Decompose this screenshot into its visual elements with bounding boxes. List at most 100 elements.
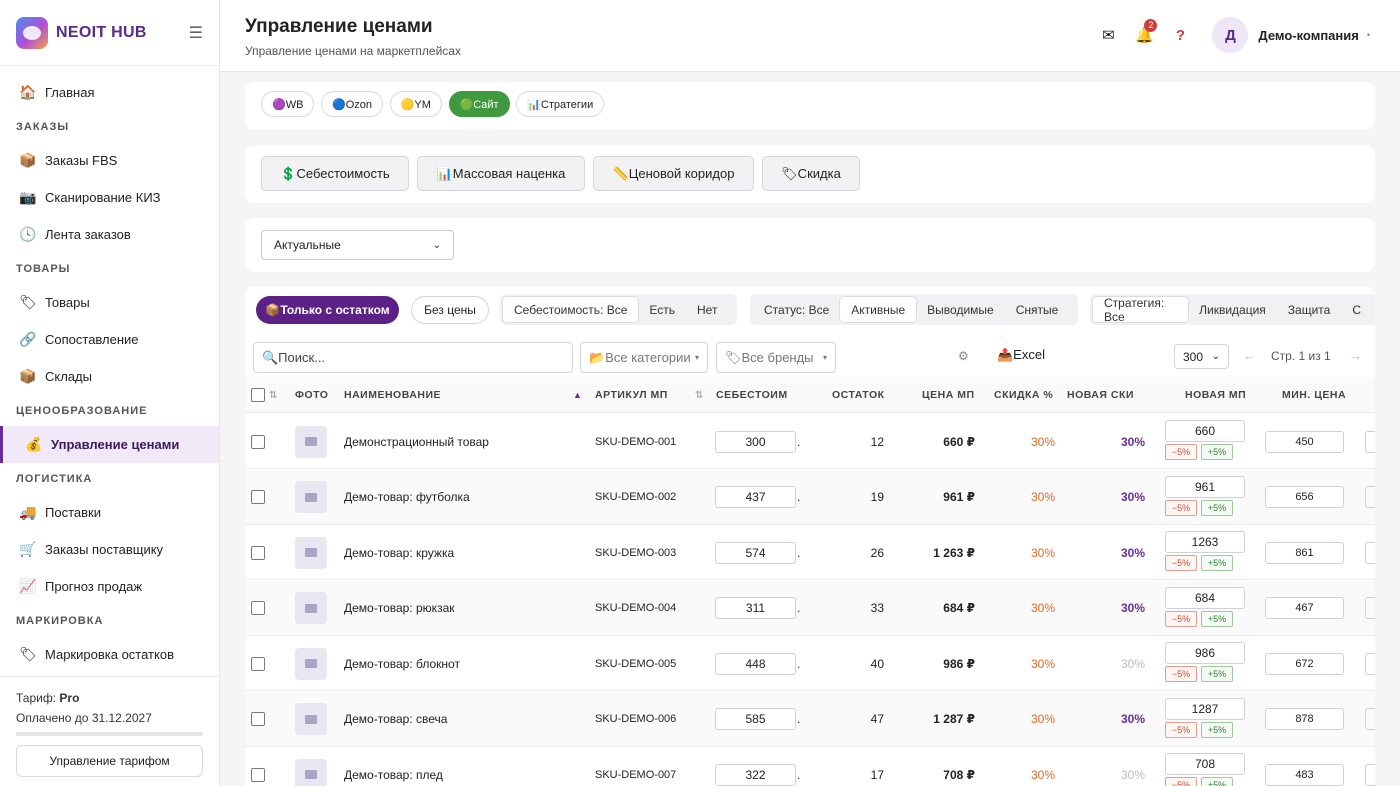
row-checkbox[interactable]: [251, 656, 265, 671]
minus-5-button[interactable]: −5%: [1165, 555, 1197, 571]
status-active[interactable]: Активные: [840, 297, 917, 322]
product-name[interactable]: Демо-товар: футболка: [344, 470, 470, 525]
col-price[interactable]: ЦЕНА МП: [922, 377, 975, 413]
table-row[interactable]: Демо-товар: футболка SKU-DEMO-002 437. 1…: [245, 469, 1375, 525]
select-all-checkbox[interactable]: [251, 388, 265, 402]
tab-site[interactable]: 🟢Сайт: [448, 91, 510, 117]
min-price-input[interactable]: 672: [1265, 652, 1344, 675]
nav-item-supplies[interactable]: 🚚 Поставки: [0, 494, 219, 531]
col-photo[interactable]: ФОТО: [295, 377, 328, 413]
next-page-icon[interactable]: →: [1349, 348, 1362, 363]
product-name[interactable]: Демо-товар: блокнот: [344, 636, 460, 691]
cost-input[interactable]: 300: [715, 430, 796, 453]
minus-5-button[interactable]: −5%: [1165, 666, 1197, 682]
cost-filter-all[interactable]: Себестоимость: Все: [503, 297, 639, 322]
settings-icon[interactable]: ⚙: [958, 349, 969, 363]
row-select[interactable]: [251, 581, 265, 636]
status-all[interactable]: Статус: Все: [753, 297, 840, 322]
row-select[interactable]: [251, 470, 265, 525]
nav-item-marking[interactable]: 🏷 Маркировка остатков: [0, 636, 219, 673]
tab-strategies[interactable]: 📊Стратегии: [516, 91, 605, 117]
manage-tariff-button[interactable]: Управление тарифом: [16, 745, 203, 777]
row-select[interactable]: [251, 747, 265, 786]
row-checkbox[interactable]: [251, 712, 265, 726]
tab-wb[interactable]: 🟣WB: [261, 91, 315, 117]
table-row[interactable]: Демо-товар: блокнот SKU-DEMO-005 448. 40…: [245, 636, 1375, 691]
table-row[interactable]: Демо-товар: кружка SKU-DEMO-003 574. 26 …: [245, 525, 1375, 580]
new-price-input[interactable]: 708: [1165, 753, 1245, 775]
cost-button[interactable]: 💲Себестоимость: [261, 156, 409, 191]
min-price-input[interactable]: 656: [1265, 486, 1344, 508]
only-stock-toggle[interactable]: 📦Только с остатком: [256, 296, 399, 324]
minus-5-button[interactable]: −5%: [1165, 721, 1197, 738]
nav-item-main[interactable]: 🏠 Главная: [0, 74, 219, 111]
col-name[interactable]: НАИМЕНОВАНИЕ: [344, 377, 441, 413]
sort-icon[interactable]: ⇅: [269, 390, 278, 401]
cost-filter-yes[interactable]: Есть: [638, 297, 686, 322]
plus-5-button[interactable]: +5%: [1201, 777, 1233, 786]
table-row[interactable]: Демо-товар: свеча SKU-DEMO-006 585. 47 1…: [245, 691, 1375, 747]
chevron-down-icon[interactable]: •: [1367, 30, 1370, 40]
table-row[interactable]: Демонстрационный товар SKU-DEMO-001 300.…: [245, 414, 1375, 469]
new-price-input[interactable]: 1287: [1165, 697, 1245, 720]
nav-item-goods[interactable]: 🏷 Товары: [0, 284, 219, 321]
status-withdrawn[interactable]: Выводимые: [916, 297, 1005, 322]
excel-export-button[interactable]: 📤Excel: [997, 347, 1045, 363]
logo-icon[interactable]: [16, 16, 48, 49]
row-checkbox[interactable]: [251, 601, 265, 615]
bell-icon[interactable]: 🔔 2: [1132, 19, 1158, 44]
cost-input[interactable]: 322: [715, 763, 796, 786]
nav-item-feed[interactable]: 🕓 Лента заказов: [0, 216, 219, 253]
table-row[interactable]: Демо-товар: рюкзак SKU-DEMO-004 311. 33 …: [245, 580, 1375, 636]
col-cost[interactable]: СЕБЕСТОИМ: [716, 377, 788, 413]
nav-item-kiz[interactable]: 📷 Сканирование КИЗ: [0, 179, 219, 216]
help-icon[interactable]: ?: [1168, 27, 1192, 44]
row-select[interactable]: [251, 692, 265, 747]
new-price-input[interactable]: 986: [1165, 642, 1245, 664]
min-price-input[interactable]: 861: [1265, 541, 1344, 564]
col-new-price[interactable]: НОВАЯ МП: [1185, 377, 1246, 413]
status-select[interactable]: Актуальные ⌄: [261, 230, 454, 260]
row-select[interactable]: [251, 525, 265, 580]
cost-input[interactable]: 574: [715, 541, 796, 564]
row-checkbox[interactable]: [251, 545, 265, 560]
mail-icon[interactable]: ✉: [1096, 26, 1120, 44]
product-photo[interactable]: [295, 747, 327, 786]
cost-input[interactable]: 585: [715, 708, 796, 730]
product-photo[interactable]: [295, 636, 327, 691]
minus-5-button[interactable]: −5%: [1165, 444, 1197, 460]
search-input[interactable]: 🔍Поиск...: [253, 342, 573, 373]
product-photo[interactable]: [295, 414, 327, 469]
plus-5-button[interactable]: +5%: [1201, 610, 1233, 627]
select-all[interactable]: ⇅: [251, 377, 278, 413]
avatar[interactable]: Д: [1212, 17, 1249, 53]
cost-filter-no[interactable]: Нет: [686, 297, 728, 322]
min-price-input[interactable]: 483: [1265, 763, 1344, 786]
product-name[interactable]: Демонстрационный товар: [344, 414, 489, 469]
col-new-discount[interactable]: НОВАЯ СКИ: [1067, 377, 1134, 413]
product-name[interactable]: Демо-товар: плед: [344, 747, 443, 786]
sort-icon[interactable]: ⇅: [691, 377, 704, 413]
col-stock[interactable]: ОСТАТОК: [832, 377, 885, 413]
minus-5-button[interactable]: −5%: [1165, 499, 1197, 516]
row-checkbox[interactable]: [251, 490, 265, 504]
nav-item-fbs[interactable]: 📦 Заказы FBS: [0, 142, 219, 179]
cost-input[interactable]: 448: [715, 652, 796, 675]
nav-item-supplier[interactable]: 🛒 Заказы поставщику: [0, 531, 219, 568]
plus-5-button[interactable]: +5%: [1201, 499, 1233, 516]
col-sku[interactable]: АРТИКУЛ МП: [595, 377, 668, 413]
plus-5-button[interactable]: +5%: [1201, 721, 1233, 738]
minus-5-button[interactable]: −5%: [1165, 610, 1197, 627]
col-min-price[interactable]: МИН. ЦЕНА: [1282, 377, 1346, 413]
nav-item-forecast[interactable]: 📈 Прогноз продаж: [0, 568, 219, 605]
new-price-input[interactable]: 660: [1165, 420, 1245, 442]
per-page-select[interactable]: 300 ⌄: [1174, 344, 1229, 369]
product-photo[interactable]: [295, 470, 327, 525]
product-name[interactable]: Демо-товар: рюкзак: [344, 581, 455, 636]
no-price-toggle[interactable]: Без цены: [411, 296, 489, 324]
strategy-protection[interactable]: Защита: [1277, 297, 1342, 322]
product-photo[interactable]: [295, 525, 327, 580]
plus-5-button[interactable]: +5%: [1201, 666, 1233, 682]
min-price-input[interactable]: 450: [1265, 430, 1344, 453]
product-name[interactable]: Демо-товар: кружка: [344, 525, 454, 580]
